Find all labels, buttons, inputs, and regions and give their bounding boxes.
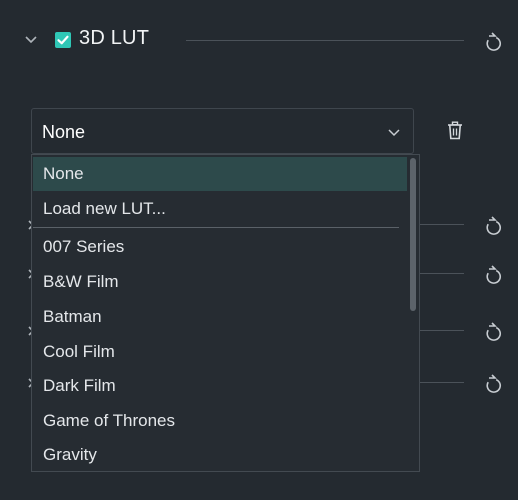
option-label: Batman: [43, 307, 102, 326]
lut-select-value: None: [42, 122, 86, 142]
option-label: None: [43, 164, 84, 183]
trash-icon[interactable]: [444, 120, 466, 142]
dropdown-option-none[interactable]: None: [33, 157, 407, 191]
dropdown-option-cool-film[interactable]: Cool Film: [33, 335, 407, 369]
reset-icon[interactable]: [482, 31, 504, 53]
dropdown-scrollbar-thumb[interactable]: [410, 158, 416, 311]
option-divider: [33, 227, 399, 228]
reset-icon[interactable]: [482, 264, 504, 286]
option-label: 007 Series: [43, 237, 125, 256]
option-label: Dark Film: [43, 376, 116, 395]
lut-panel: 3D LUT None None Load new LUT... 007 Ser…: [0, 0, 518, 500]
section-title: 3D LUT: [79, 27, 150, 49]
dropdown-option-007-series[interactable]: 007 Series: [33, 230, 407, 264]
dropdown-option-dark-film[interactable]: Dark Film: [33, 369, 407, 403]
dropdown-option-game-of-thrones[interactable]: Game of Thrones: [33, 404, 407, 438]
option-label: Gravity: [43, 445, 97, 464]
dropdown-option-batman[interactable]: Batman: [33, 300, 407, 334]
lut-select[interactable]: None: [31, 108, 414, 154]
reset-icon[interactable]: [482, 215, 504, 237]
divider-line: [186, 40, 464, 41]
reset-icon[interactable]: [482, 321, 504, 343]
chevron-down-icon[interactable]: [22, 30, 40, 48]
lut-dropdown-list: None Load new LUT... 007 Series B&W Film…: [31, 154, 420, 472]
enable-checkbox[interactable]: [55, 32, 71, 48]
chevron-down-icon: [388, 129, 400, 137]
option-label: B&W Film: [43, 272, 119, 291]
option-label: Cool Film: [43, 342, 115, 361]
dropdown-option-gravity[interactable]: Gravity: [33, 438, 407, 471]
checkmark-icon: [57, 35, 69, 45]
dropdown-option-load-new-lut[interactable]: Load new LUT...: [33, 192, 407, 226]
option-label: Load new LUT...: [43, 199, 166, 218]
section-header-3d-lut: 3D LUT: [0, 0, 518, 86]
reset-icon[interactable]: [482, 373, 504, 395]
dropdown-option-bw-film[interactable]: B&W Film: [33, 265, 407, 299]
option-label: Game of Thrones: [43, 411, 175, 430]
